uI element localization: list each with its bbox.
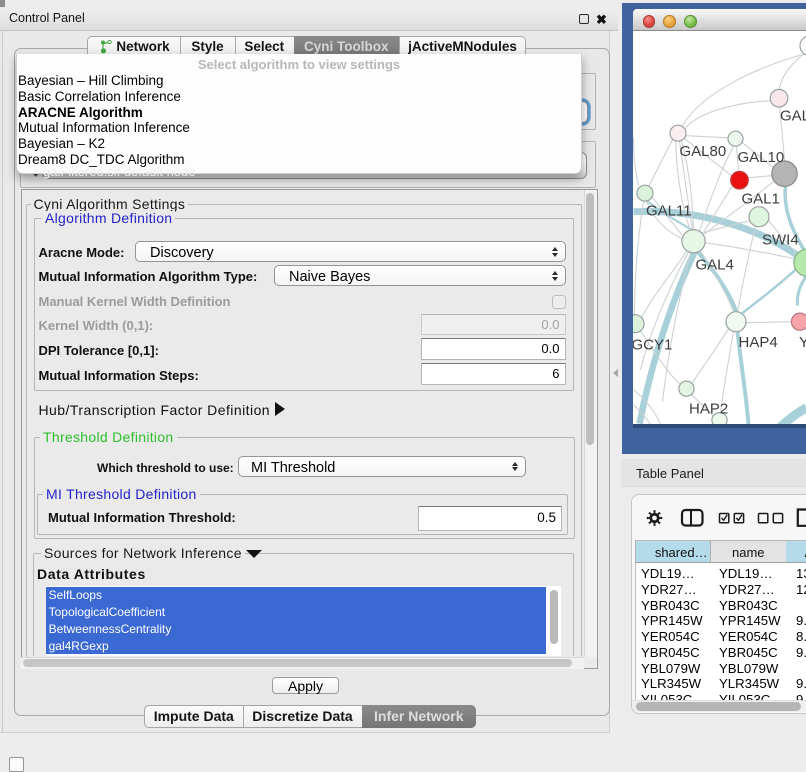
svg-text:GAL10: GAL10 (737, 149, 784, 166)
svg-text:GCY1: GCY1 (633, 337, 672, 354)
svg-text:SWI4: SWI4 (762, 232, 799, 249)
svg-text:GAL7: GAL7 (780, 108, 806, 125)
svg-text:GAL1: GAL1 (741, 191, 779, 208)
svg-text:GAL11: GAL11 (646, 203, 692, 220)
svg-text:GAL80: GAL80 (679, 143, 726, 160)
svg-text:HAP2: HAP2 (689, 401, 728, 418)
svg-text:GAL4: GAL4 (695, 257, 733, 274)
svg-text:HAP4: HAP4 (738, 334, 777, 351)
svg-text:Y: Y (799, 334, 806, 351)
